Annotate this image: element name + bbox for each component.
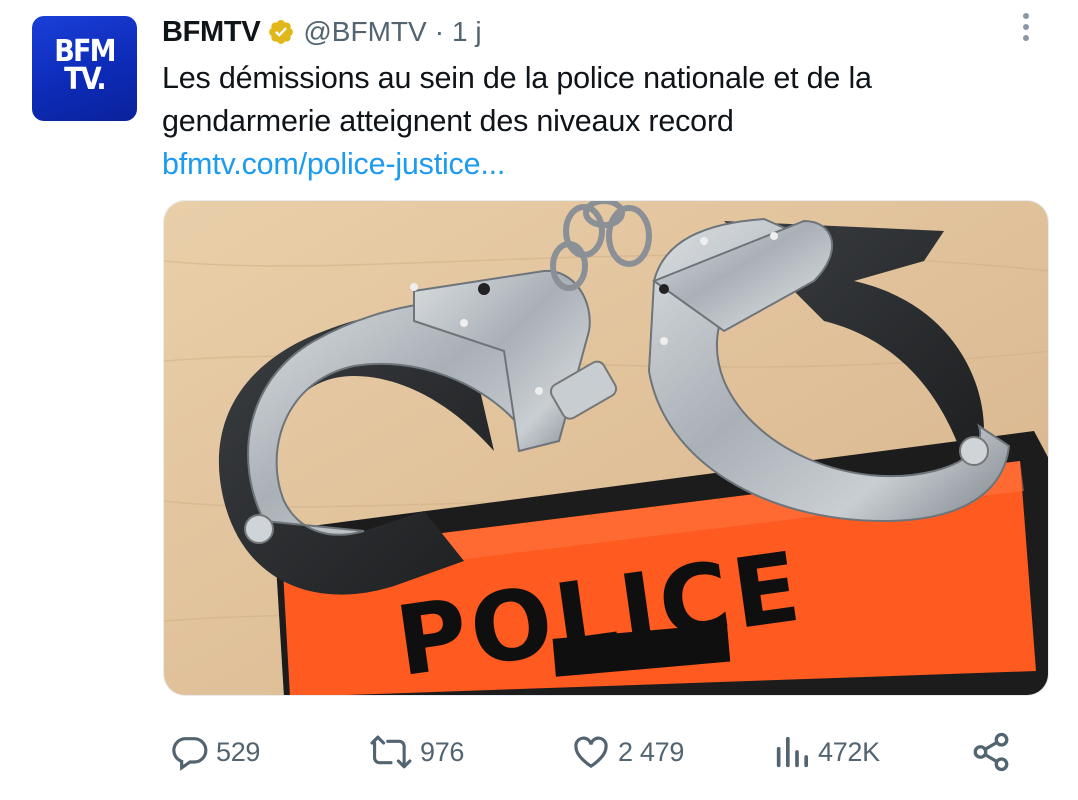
bfmtv-logo: BFM TV. <box>37 37 132 97</box>
tweet-header: BFMTV @BFMTV · 1 j <box>162 14 482 50</box>
like-count: 2 479 <box>618 736 685 767</box>
heart-icon <box>574 736 608 769</box>
tweet-image[interactable]: POLICE <box>163 200 1049 696</box>
logo-line-2: TV. <box>64 62 106 97</box>
separator-dot: · <box>434 16 445 47</box>
tweet-link[interactable]: bfmtv.com/police-justice... <box>162 143 1022 186</box>
repost-button[interactable]: 976 <box>368 722 464 782</box>
tweet-text-block: Les démissions au sein de la police nati… <box>162 57 1022 186</box>
timestamp[interactable]: 1 j <box>452 16 482 48</box>
more-options-icon[interactable] <box>1018 10 1034 50</box>
share-button[interactable] <box>970 722 1012 782</box>
tweet-text: Les démissions au sein de la police nati… <box>162 61 872 138</box>
reply-button[interactable]: 529 <box>170 722 260 782</box>
tweet[interactable]: BFM TV. BFMTV @BFMTV · 1 j Les démission… <box>0 0 1078 800</box>
handle[interactable]: @BFMTV <box>303 16 426 48</box>
reply-count: 529 <box>216 736 261 767</box>
reply-icon <box>172 737 208 771</box>
views-count: 472K <box>818 736 880 767</box>
views-chart-icon <box>776 736 808 768</box>
avatar[interactable]: BFM TV. <box>32 16 137 121</box>
verified-badge-icon <box>269 20 294 44</box>
repost-count: 976 <box>420 736 465 767</box>
display-name[interactable]: BFMTV <box>162 16 261 49</box>
views-button[interactable]: 472K <box>772 722 880 782</box>
share-icon <box>973 732 1009 772</box>
like-button[interactable]: 2 479 <box>570 722 684 782</box>
handcuffs-police-photo: POLICE <box>164 201 1048 695</box>
action-bar: 529 976 2 479 472K <box>0 722 1078 782</box>
repost-icon <box>370 735 412 769</box>
